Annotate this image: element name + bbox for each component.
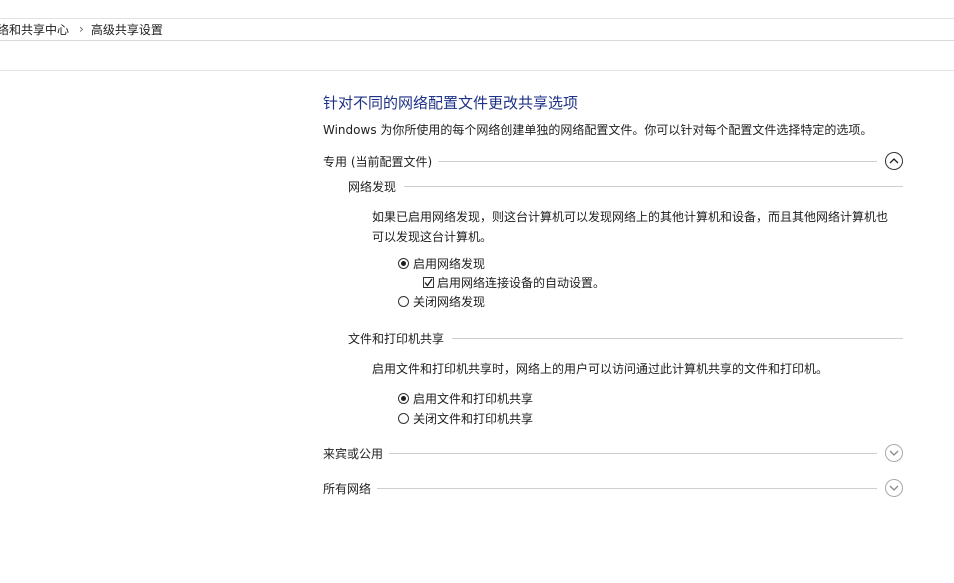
file-printer-sharing-title: 文件和打印机共享 <box>348 331 445 346</box>
network-discovery-off-label[interactable]: 关闭网络发现 <box>413 293 485 310</box>
advanced-sharing-settings-window: 络和共享中心 › 高级共享设置 针对不同的网络配置文件更改共享选项 Window… <box>0 0 954 583</box>
divider <box>438 160 877 162</box>
profile-private-label: 专用 (当前配置文件) <box>323 154 433 169</box>
file-printer-sharing-on-label[interactable]: 启用文件和打印机共享 <box>413 390 533 407</box>
auto-setup-checkbox[interactable]: 启用网络连接设备的自动设置。 <box>423 274 605 291</box>
file-printer-sharing-off-label[interactable]: 关闭文件和打印机共享 <box>413 410 533 427</box>
file-printer-sharing-description: 启用文件和打印机共享时，网络上的用户可以访问通过此计算机共享的文件和打印机。 <box>372 362 829 376</box>
divider <box>404 185 903 187</box>
auto-setup-label[interactable]: 启用网络连接设备的自动设置。 <box>437 274 605 291</box>
network-discovery-off-radio[interactable]: 关闭网络发现 <box>398 293 485 310</box>
page-title: 针对不同的网络配置文件更改共享选项 <box>323 94 579 112</box>
divider <box>389 452 877 454</box>
radio-selected-icon[interactable] <box>398 393 409 404</box>
profile-all-networks-label: 所有网络 <box>323 481 372 496</box>
radio-unselected-icon[interactable] <box>398 413 409 424</box>
divider <box>452 337 903 339</box>
network-discovery-header: 网络发现 <box>348 176 903 196</box>
radio-unselected-icon[interactable] <box>398 296 409 307</box>
chevron-down-icon[interactable] <box>885 479 903 497</box>
file-printer-sharing-off-radio[interactable]: 关闭文件和打印机共享 <box>398 410 533 427</box>
breadcrumb-separator-icon[interactable]: › <box>79 22 84 36</box>
profile-guest-public-label: 来宾或公用 <box>323 446 384 461</box>
radio-selected-icon[interactable] <box>398 258 409 269</box>
page-description: Windows 为你所使用的每个网络创建单独的网络配置文件。你可以针对每个配置文… <box>323 123 873 137</box>
chevron-down-icon[interactable] <box>885 444 903 462</box>
checkbox-checked-icon[interactable] <box>423 277 434 288</box>
breadcrumb-network-sharing-center[interactable]: 络和共享中心 <box>0 21 69 38</box>
network-discovery-on-label[interactable]: 启用网络发现 <box>413 255 485 272</box>
network-discovery-on-radio[interactable]: 启用网络发现 <box>398 255 485 272</box>
file-printer-sharing-header: 文件和打印机共享 <box>348 328 903 348</box>
profile-guest-public-header[interactable]: 来宾或公用 <box>323 443 903 463</box>
network-discovery-description: 如果已启用网络发现，则这台计算机可以发现网络上的其他计算机和设备，而且其他网络计… <box>372 210 889 244</box>
breadcrumb-advanced-sharing-settings[interactable]: 高级共享设置 <box>91 21 163 38</box>
chevron-up-icon[interactable] <box>885 152 903 170</box>
file-printer-sharing-on-radio[interactable]: 启用文件和打印机共享 <box>398 390 533 407</box>
network-discovery-title: 网络发现 <box>348 179 397 194</box>
toolbar-strip <box>0 40 954 71</box>
title-strip <box>0 0 954 19</box>
divider <box>377 487 877 489</box>
profile-private-header[interactable]: 专用 (当前配置文件) <box>323 151 903 171</box>
profile-all-networks-header[interactable]: 所有网络 <box>323 478 903 498</box>
breadcrumb: 络和共享中心 › 高级共享设置 <box>0 18 954 41</box>
